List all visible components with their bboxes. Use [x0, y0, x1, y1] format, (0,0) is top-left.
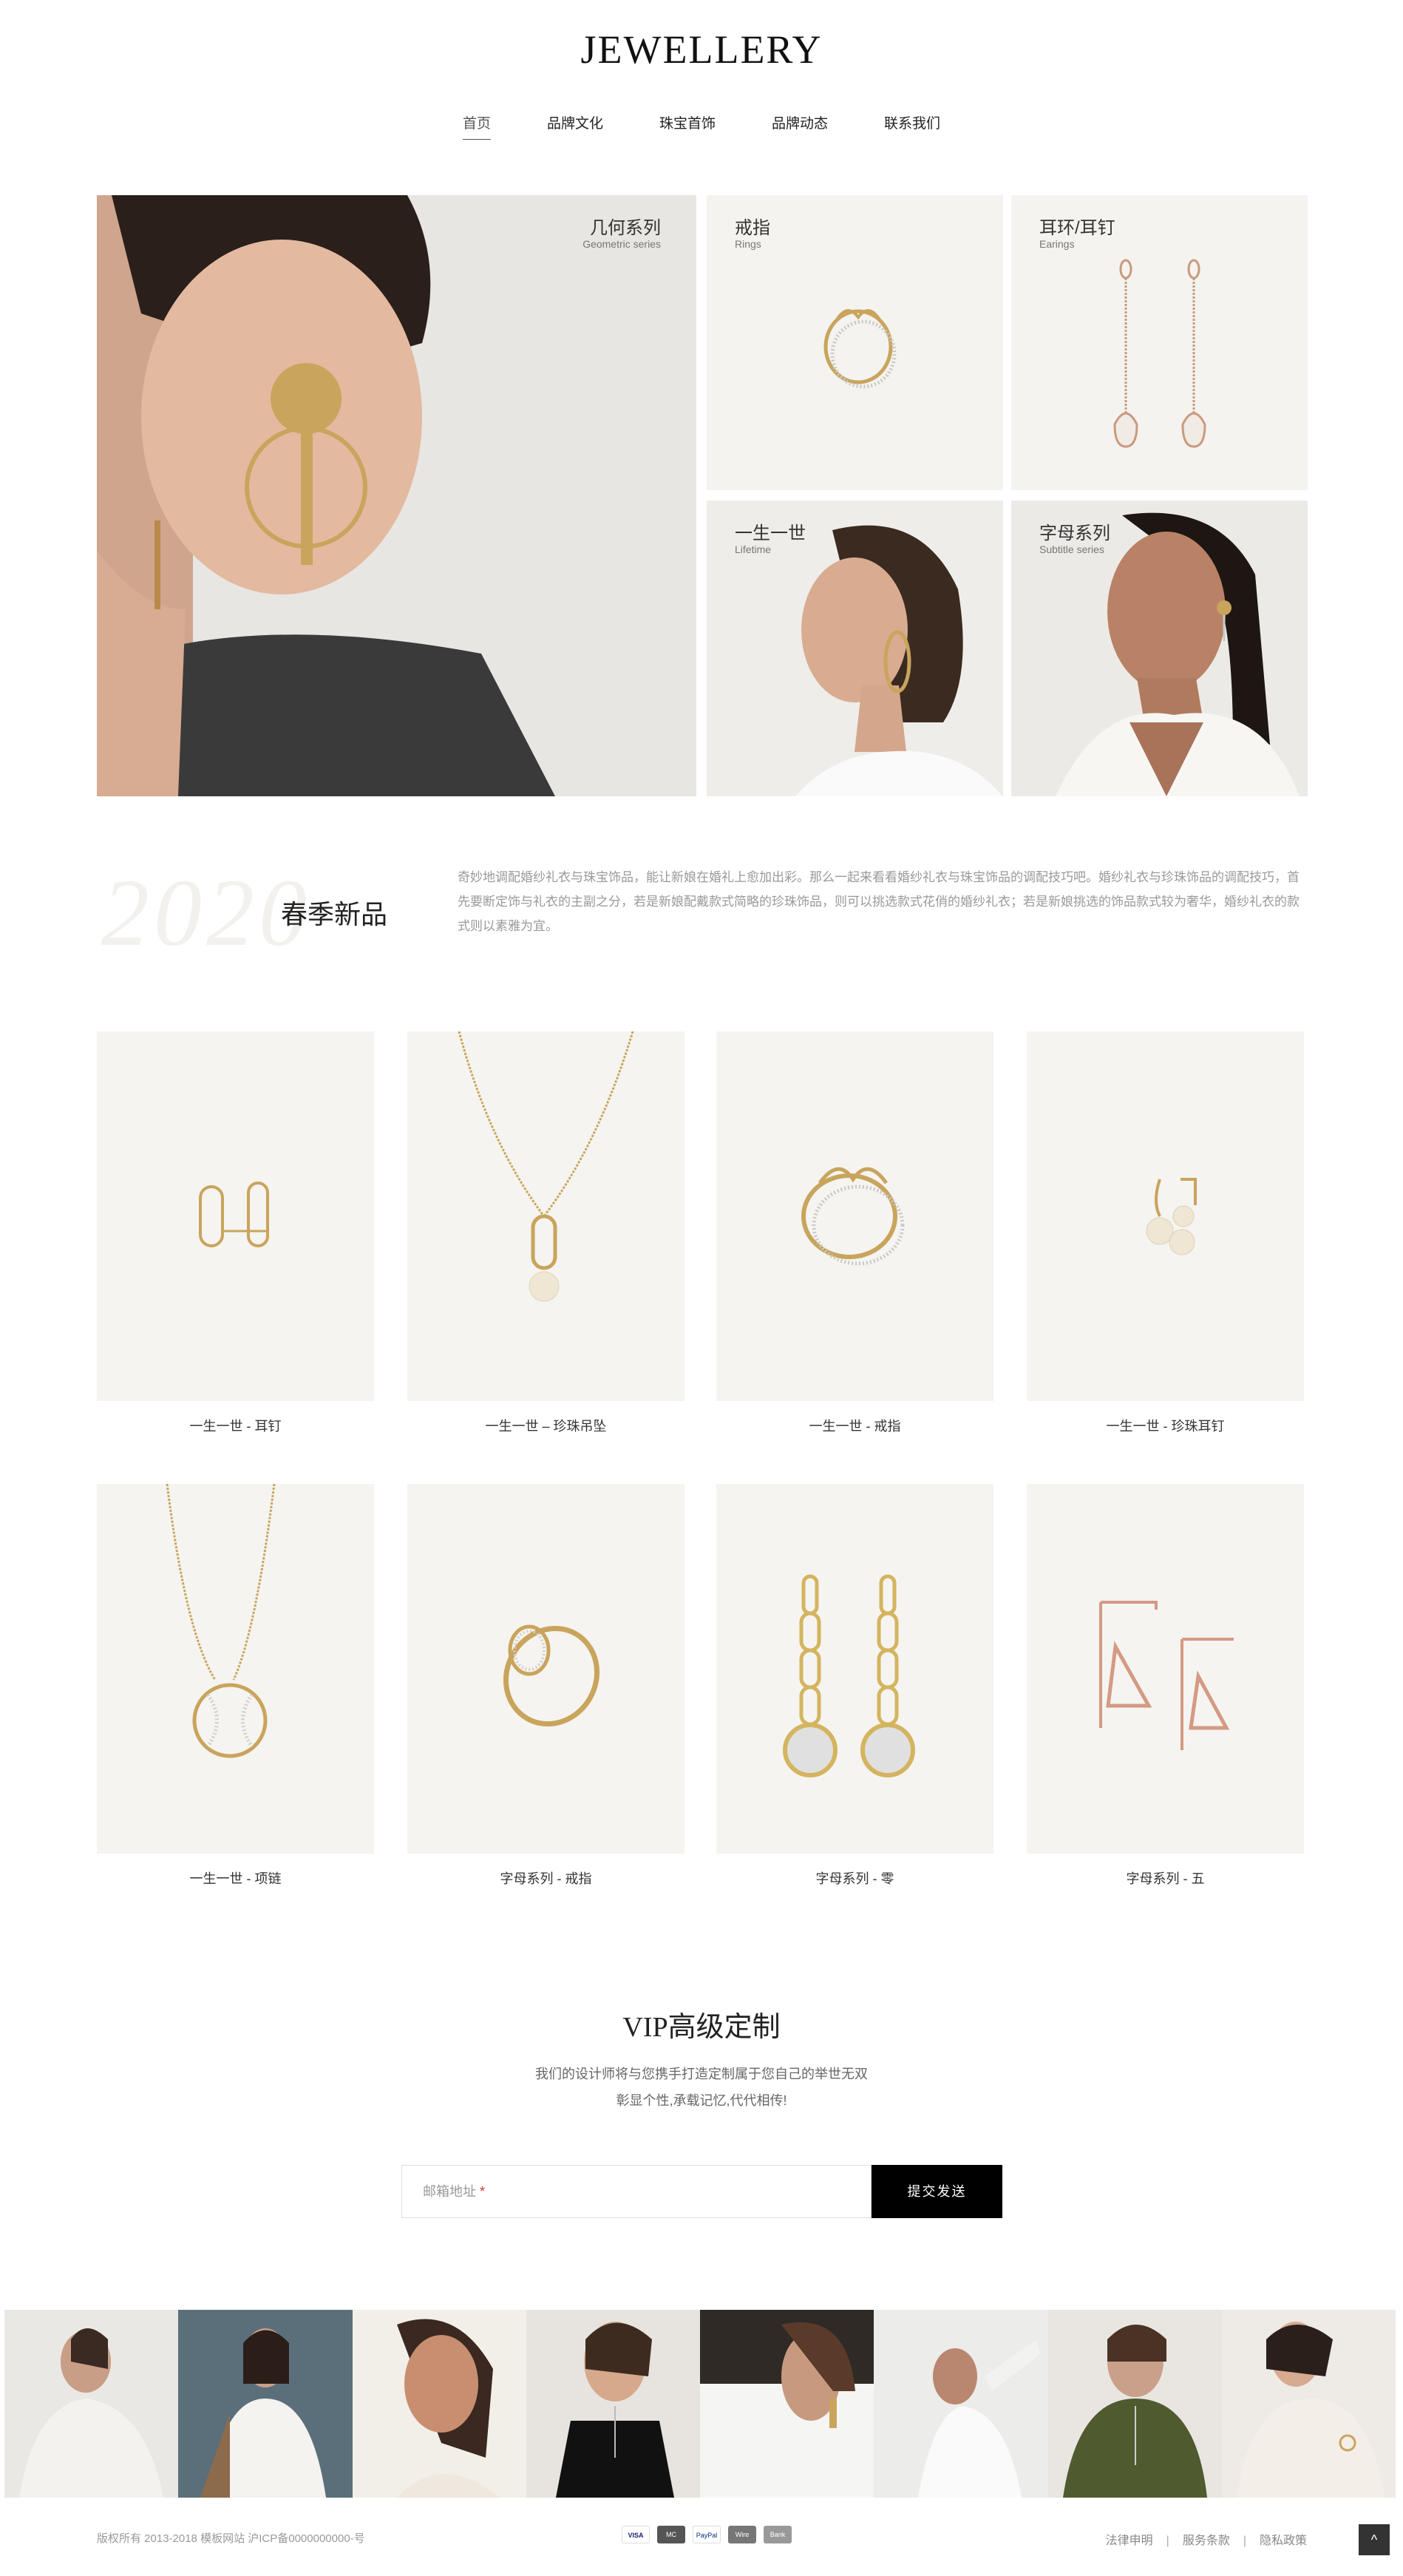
spring-title: 春季新品	[281, 900, 388, 929]
link-terms[interactable]: 服务条款	[1183, 2535, 1230, 2547]
gallery-photo[interactable]	[700, 2310, 874, 2498]
submit-button[interactable]: 提交发送	[872, 2165, 1002, 2218]
product-image[interactable]	[407, 1031, 684, 1401]
tile-lifetime-title: 一生一世	[735, 523, 806, 543]
link-legal[interactable]: 法律申明	[1106, 2535, 1153, 2547]
spring-description: 奇妙地调配婚纱礼衣与珠宝饰品，能让新娘在婚礼上愈加出彩。那么一起来看看婚纱礼衣与…	[458, 870, 1300, 933]
product-image[interactable]	[716, 1484, 993, 1854]
email-input[interactable]: 邮箱地址 *	[401, 2165, 872, 2218]
product-card[interactable]: 一生一世 - 珍珠耳钉	[1027, 1031, 1304, 1435]
header: JEWELLERY 首页 品牌文化 珠宝首饰 品牌动态 联系我们	[0, 0, 1403, 170]
product-image[interactable]	[1027, 1031, 1304, 1401]
product-name[interactable]: 一生一世 - 戒指	[716, 1416, 993, 1435]
product-card[interactable]: 字母系列 - 零	[716, 1484, 993, 1888]
paypal-icon: PayPal	[693, 2526, 721, 2543]
product-card[interactable]: 字母系列 - 戒指	[407, 1484, 684, 1888]
tile-lifetime-sub: Lifetime	[735, 543, 772, 555]
link-privacy[interactable]: 隐私政策	[1260, 2535, 1307, 2547]
site-logo[interactable]: JEWELLERY	[0, 27, 1403, 72]
product-image[interactable]	[1027, 1484, 1304, 1854]
footer-links: 法律申明 | 服务条款 | 隐私政策	[1106, 2530, 1307, 2548]
product-name[interactable]: 一生一世 - 项链	[97, 1868, 374, 1888]
photo-gallery	[4, 2310, 1396, 2498]
gallery-photo[interactable]	[874, 2310, 1048, 2498]
gallery-photo[interactable]	[178, 2310, 353, 2498]
gallery-photo[interactable]	[526, 2310, 700, 2498]
product-name[interactable]: 字母系列 - 零	[716, 1868, 993, 1888]
product-card[interactable]: 一生一世 – 珍珠吊坠	[407, 1031, 684, 1435]
visa-icon: VISA	[622, 2526, 650, 2543]
email-placeholder: 邮箱地址	[423, 2184, 476, 2199]
tile-letters-sub: Subtitle series	[1039, 543, 1104, 555]
product-image[interactable]	[716, 1031, 993, 1401]
gallery-photo[interactable]	[1221, 2310, 1396, 2498]
link-separator: |	[1243, 2535, 1246, 2547]
vip-line-2: 彰显个性,承载记忆,代代相传!	[616, 2093, 787, 2108]
ring-image	[823, 309, 897, 389]
tile-geometric-sub: Geometric series	[582, 238, 661, 250]
tile-geometric-title: 几何系列	[590, 218, 661, 238]
earring-disc	[271, 363, 342, 434]
vip-title: VIP高级定制	[622, 2012, 781, 2043]
tile-letters-title: 字母系列	[1039, 523, 1110, 543]
vip-section: VIP高级定制 我们的设计师将与您携手打造定制属于您自己的举世无双 彰显个性,承…	[0, 2004, 1403, 2109]
product-name[interactable]: 一生一世 – 珍珠吊坠	[407, 1416, 684, 1435]
nav-brand-culture[interactable]: 品牌文化	[547, 112, 603, 140]
year-watermark: 2020	[101, 860, 311, 966]
product-name[interactable]: 字母系列 - 戒指	[407, 1868, 684, 1888]
gallery-photo[interactable]	[1047, 2310, 1222, 2498]
product-card[interactable]: 一生一世 - 戒指	[716, 1031, 993, 1435]
back-to-top-button[interactable]: ^	[1359, 2524, 1390, 2555]
tile-lifetime[interactable]: 一生一世 Lifetime	[707, 501, 1003, 796]
nav-brand-news[interactable]: 品牌动态	[772, 112, 828, 140]
product-name[interactable]: 一生一世 - 耳钉	[97, 1416, 374, 1435]
product-image[interactable]	[407, 1484, 684, 1854]
feature-grid: 几何系列 Geometric series 戒指 Rings 耳环/耳钉 Ear…	[97, 195, 1308, 796]
gallery-photo[interactable]	[352, 2310, 526, 2498]
payment-icons: VISA MC PayPal Wire Bank	[622, 2526, 792, 2543]
product-image[interactable]	[97, 1484, 374, 1854]
product-image[interactable]	[97, 1031, 374, 1401]
spring-new-section: 2020 春季新品 奇妙地调配婚纱礼衣与珠宝饰品，能让新娘在婚礼上愈加出彩。那么…	[97, 850, 1306, 966]
link-separator: |	[1166, 2535, 1169, 2547]
subscribe-form: 邮箱地址 * 提交发送	[401, 2165, 1002, 2218]
copyright-text: 版权所有 2013-2018 模板网站 沪ICP备0000000000-号	[97, 2532, 365, 2545]
gallery-photo[interactable]	[4, 2310, 179, 2498]
product-name[interactable]: 字母系列 - 五	[1027, 1868, 1304, 1888]
chevron-up-icon: ^	[1370, 2532, 1378, 2547]
product-card[interactable]: 一生一世 - 耳钉	[97, 1031, 374, 1435]
wire-transfer-icon: Wire	[728, 2526, 756, 2543]
tile-geometric[interactable]: 几何系列 Geometric series	[97, 195, 696, 796]
product-name[interactable]: 一生一世 - 珍珠耳钉	[1027, 1416, 1304, 1435]
product-card[interactable]: 字母系列 - 五	[1027, 1484, 1304, 1888]
tile-rings[interactable]: 戒指 Rings	[707, 195, 1003, 490]
model-earring-photo	[97, 195, 696, 796]
required-mark: *	[480, 2184, 486, 2199]
main-nav: 首页 品牌文化 珠宝首饰 品牌动态 联系我们	[0, 112, 1403, 140]
drop-earrings-image	[1113, 259, 1206, 448]
nav-contact[interactable]: 联系我们	[884, 112, 940, 140]
vip-line-1: 我们的设计师将与您携手打造定制属于您自己的举世无双	[535, 2067, 868, 2081]
footer: 版权所有 2013-2018 模板网站 沪ICP备0000000000-号 VI…	[0, 2514, 1403, 2576]
mastercard-icon: MC	[657, 2526, 685, 2543]
tile-earings[interactable]: 耳环/耳钉 Earings	[1011, 195, 1308, 490]
product-card[interactable]: 一生一世 - 项链	[97, 1484, 374, 1888]
nav-jewelry[interactable]: 珠宝首饰	[659, 112, 716, 140]
tile-letters[interactable]: 字母系列 Subtitle series	[1011, 501, 1308, 796]
bank-icon: Bank	[764, 2526, 792, 2543]
nav-home[interactable]: 首页	[462, 112, 491, 140]
